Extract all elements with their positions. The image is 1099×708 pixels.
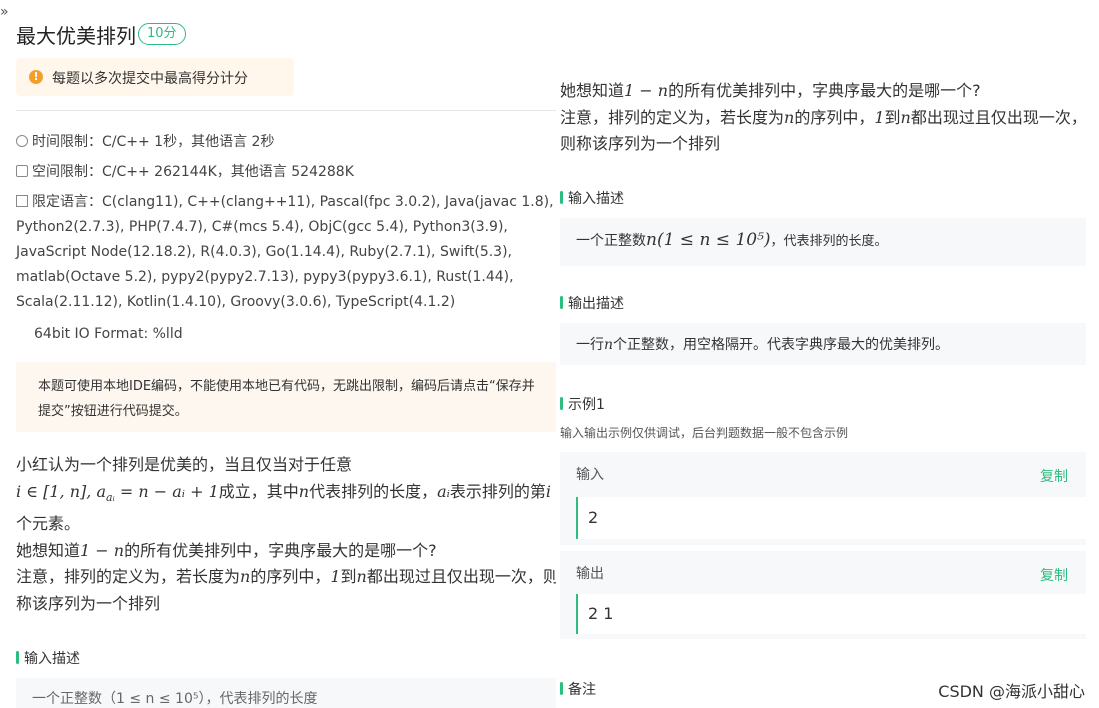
desc-text: 一行 — [576, 337, 604, 353]
ide-notice-text: 本题可使用本地IDE编码，不能使用本地已有代码，无跳出限制，编码后请点击“保存并… — [38, 379, 535, 419]
left-panel: » 最大优美排列 10分 ! 每题以多次提交中最高得分计分 时间限制：C/C++… — [0, 0, 556, 708]
math-n: n — [356, 567, 367, 587]
desc-text: 到 — [340, 567, 357, 587]
input-desc-box: 一个正整数n(1 ≤ n ≤ 10⁵)，代表排列的长度。 — [560, 218, 1086, 266]
desc-text: 的序列中， — [794, 107, 875, 127]
output-desc-box: 一行n个正整数，用空格隔开。代表字典序最大的优美排列。 — [560, 323, 1086, 365]
io-format: 64bit IO Format: %lld — [34, 326, 183, 342]
desc-text: 一个正整数 — [576, 233, 646, 249]
desc-text: ，代表排列的长度。 — [770, 234, 888, 249]
example-hint: 输入输出示例仅供调试，后台判题数据一般不包含示例 — [560, 426, 849, 440]
math-condition-rest: = n − aᵢ + 1 — [114, 481, 219, 501]
desc-text: 个正整数，用空格隔开。代表字典序最大的优美排列。 — [613, 337, 950, 353]
math-n: n — [298, 481, 310, 501]
copy-output-button[interactable]: 复制 — [1040, 565, 1068, 585]
input-desc-box-cut: 一个正整数（1 ≤ n ≤ 10⁵），代表排列的长度 — [16, 678, 556, 708]
space-limit-text: 空间限制：C/C++ 262144K，其他语言 524288K — [32, 164, 354, 180]
space-limit: 空间限制：C/C++ 262144K，其他语言 524288K — [16, 160, 354, 185]
score-notice-text: 每题以多次提交中最高得分计分 — [52, 71, 248, 87]
example-input-box: 输入 复制 2 — [560, 452, 1086, 545]
desc-note: 注意，排列的定义为，若长度为n的序列中，1到n都出现过且仅出现一次，则称该序列为… — [16, 564, 556, 617]
example-input-label: 输入 — [576, 467, 604, 483]
clock-icon — [16, 135, 28, 147]
watermark: CSDN @海派小甜心 — [938, 682, 1085, 701]
warning-icon: ! — [29, 70, 43, 84]
math-i: i — [545, 481, 551, 501]
problem-title: 最大优美排列 — [16, 24, 136, 48]
desc-text: 代表排列的长度， — [309, 481, 438, 501]
desc-question: 她想知道1 − n的所有优美排列中，字典序最大的是哪一个? — [560, 78, 1096, 105]
score-notice: ! 每题以多次提交中最高得分计分 — [16, 58, 294, 96]
desc-note: 注意，排列的定义为，若长度为n的序列中，1到n都出现过且仅出现一次，则称该序列为… — [560, 105, 1096, 158]
score-badge: 10分 — [138, 23, 186, 45]
input-desc-cut-text: 一个正整数（1 ≤ n ≤ 10⁵），代表排列的长度 — [32, 691, 318, 707]
ide-notice: 本题可使用本地IDE编码，不能使用本地已有代码，无跳出限制，编码后请点击“保存并… — [16, 362, 556, 432]
example-output-value: 2 1 — [588, 604, 614, 623]
divider — [16, 110, 556, 111]
math-one: 1 — [874, 107, 885, 127]
cube-icon — [16, 165, 28, 177]
example-output-value-box: 2 1 — [576, 594, 1086, 634]
desc-text: 她想知道 — [16, 540, 81, 560]
desc-text: 表示排列的第 — [449, 481, 546, 501]
desc-question: 她想知道1 − n的所有优美排列中，字典序最大的是哪一个? — [16, 538, 556, 565]
desc-line2: i ∈ [1, n], aaᵢ = n − aᵢ + 1成立，其中n代表排列的长… — [16, 479, 556, 538]
desc-text: 的序列中， — [250, 567, 331, 587]
example-input-value-box: 2 — [576, 497, 1086, 539]
copy-input-button[interactable]: 复制 — [1040, 466, 1068, 486]
example-output-box: 输出 复制 2 1 — [560, 551, 1086, 639]
math-n: n — [784, 107, 795, 127]
math-n: n — [900, 107, 911, 127]
example-input-value: 2 — [588, 508, 599, 527]
input-desc-text: 一个正整数n(1 ≤ n ≤ 10⁵)，代表排列的长度。 — [576, 230, 888, 250]
math-ai: aᵢ — [437, 481, 450, 501]
desc-text: 的所有优美排列中，字典序最大的是哪一个? — [124, 540, 437, 560]
language-limit: 限定语言：C(clang11), C++(clang++11), Pascal(… — [16, 190, 556, 315]
time-limit: 时间限制：C/C++ 1秒，其他语言 2秒 — [16, 130, 274, 155]
desc-text: 注意，排列的定义为，若长度为 — [16, 567, 241, 587]
math-one: 1 — [330, 567, 341, 587]
problem-description: 小红认为一个排列是优美的，当且仅当对于任意 i ∈ [1, n], aaᵢ = … — [16, 452, 556, 617]
language-limit-text: 限定语言：C(clang11), C++(clang++11), Pascal(… — [16, 194, 554, 310]
math-subscript: aᵢ — [105, 490, 115, 504]
math-range: 1 − n — [624, 81, 669, 100]
desc-text: 她想知道 — [560, 81, 625, 100]
math-constraint: n(1 ≤ n ≤ 10⁵) — [646, 230, 771, 250]
time-limit-text: 时间限制：C/C++ 1秒，其他语言 2秒 — [32, 134, 275, 150]
math-range: 1 − n — [80, 540, 125, 560]
desc-line1: 小红认为一个排列是优美的，当且仅当对于任意 — [16, 455, 353, 474]
desc-text: 个元素。 — [16, 514, 81, 534]
collapse-toggle[interactable]: » — [0, 4, 9, 20]
desc-text: 到 — [884, 107, 901, 127]
right-panel: 她想知道1 − n的所有优美排列中，字典序最大的是哪一个? 注意，排列的定义为，… — [556, 0, 1099, 708]
input-desc-heading: 输入描述 — [16, 648, 80, 668]
output-desc-heading: 输出描述 — [560, 293, 624, 313]
example-heading: 示例1 — [560, 394, 605, 414]
math-n: n — [240, 567, 251, 587]
remarks-heading: 备注 — [560, 679, 596, 699]
example-output-label: 输出 — [576, 566, 604, 582]
math-condition: i ∈ [1, n], a — [16, 481, 106, 501]
math-n: n — [604, 337, 614, 353]
code-icon — [16, 195, 28, 207]
desc-text: 成立，其中 — [218, 481, 299, 501]
desc-text: 注意，排列的定义为，若长度为 — [560, 107, 785, 127]
problem-description-continued: 她想知道1 − n的所有优美排列中，字典序最大的是哪一个? 注意，排列的定义为，… — [560, 78, 1096, 158]
output-desc-text: 一行n个正整数，用空格隔开。代表字典序最大的优美排列。 — [576, 334, 949, 354]
input-desc-heading: 输入描述 — [560, 188, 624, 208]
desc-text: 的所有优美排列中，字典序最大的是哪一个? — [668, 81, 981, 100]
